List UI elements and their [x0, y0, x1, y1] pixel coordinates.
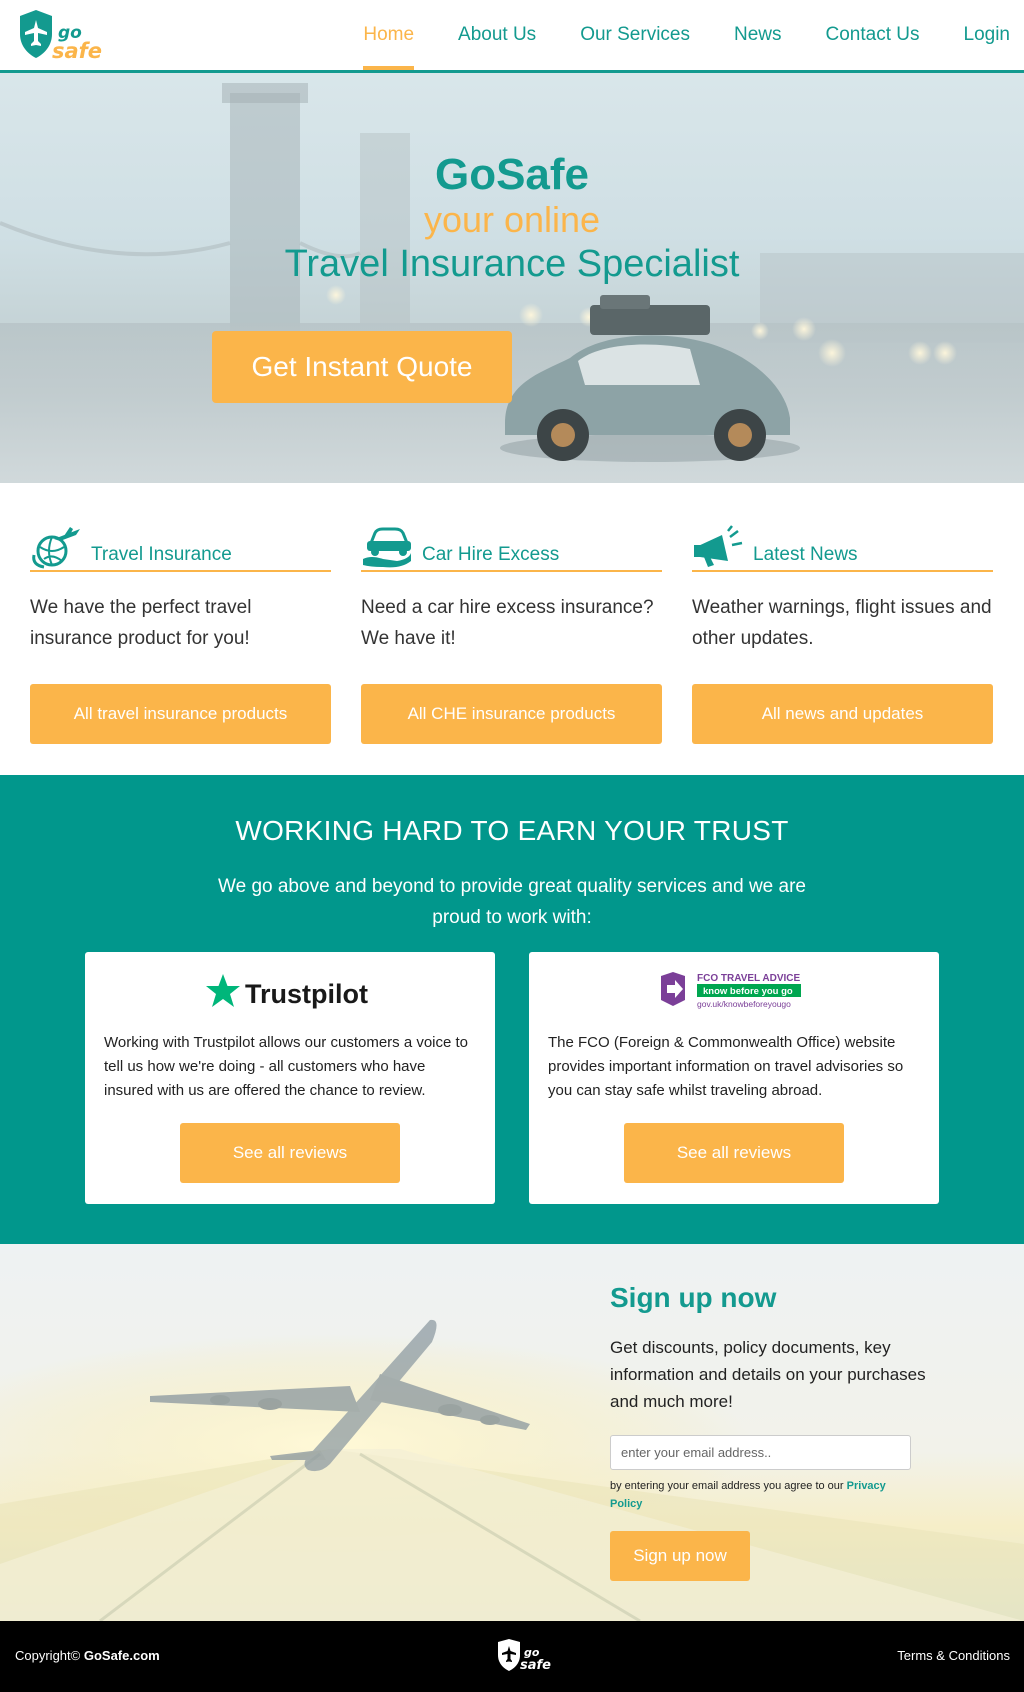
site-footer: Copyright© GoSafe.com go safe Terms & Co… — [0, 1621, 1024, 1692]
footer-logo[interactable]: go safe — [496, 1638, 560, 1674]
hero-banner: GoSafe your online Travel Insurance Spec… — [0, 73, 1024, 483]
service-car-hire-excess: Car Hire Excess Need a car hire excess i… — [361, 521, 662, 744]
privacy-note: by entering your email address you agree… — [610, 1477, 920, 1513]
get-instant-quote-button[interactable]: Get Instant Quote — [212, 331, 512, 403]
privacy-note-text: by entering your email address you agree… — [610, 1480, 844, 1492]
gosafe-logo[interactable]: go safe — [14, 8, 118, 64]
service-description: We have the perfect travel insurance pro… — [30, 597, 252, 649]
nav-contact-us[interactable]: Contact Us — [804, 0, 942, 70]
nav-our-services[interactable]: Our Services — [558, 0, 712, 70]
hero-tagline-2: Travel Insurance Specialist — [284, 243, 740, 285]
fco-logo-title: FCO TRAVEL ADVICE — [697, 973, 800, 984]
nav-login[interactable]: Login — [942, 0, 1024, 70]
services-section: Travel Insurance We have the perfect tra… — [0, 483, 1024, 775]
fco-logo[interactable]: FCO TRAVEL ADVICE know before you go gov… — [529, 972, 939, 1012]
service-title: Car Hire Excess — [422, 544, 560, 565]
terms-link[interactable]: Terms & Conditions — [897, 1648, 1010, 1663]
service-header: Latest News — [692, 521, 993, 572]
copyright: Copyright© GoSafe.com — [15, 1648, 160, 1663]
car-hand-icon — [363, 527, 411, 568]
service-header: Car Hire Excess — [361, 521, 662, 572]
service-header: Travel Insurance — [30, 521, 331, 572]
fco-logo-tag: know before you go — [703, 986, 793, 997]
service-title: Travel Insurance — [91, 544, 232, 565]
email-input[interactable] — [610, 1435, 911, 1470]
trust-heading: WORKING HARD TO EARN YOUR TRUST — [235, 815, 789, 846]
copyright-site[interactable]: GoSafe.com — [84, 1648, 160, 1663]
fco-card: FCO TRAVEL ADVICE know before you go gov… — [529, 952, 939, 1204]
nav-news[interactable]: News — [712, 0, 804, 70]
nav-about-us[interactable]: About Us — [436, 0, 558, 70]
trust-description: We go above and beyond to provide great … — [218, 876, 806, 928]
all-travel-insurance-button[interactable]: All travel insurance products — [30, 684, 331, 744]
sign-up-button[interactable]: Sign up now — [610, 1531, 750, 1581]
fco-description: The FCO (Foreign & Commonwealth Office) … — [548, 1034, 904, 1099]
service-description: Need a car hire excess insurance? We hav… — [361, 597, 654, 649]
footer-logo-safe: safe — [520, 1658, 551, 1673]
see-all-reviews-button[interactable]: See all reviews — [180, 1123, 400, 1183]
service-latest-news: Latest News Weather warnings, flight iss… — [692, 521, 993, 744]
main-nav: Home About Us Our Services News Contact … — [341, 0, 1024, 70]
all-che-insurance-button[interactable]: All CHE insurance products — [361, 684, 662, 744]
megaphone-icon — [694, 525, 743, 567]
trust-section: WORKING HARD TO EARN YOUR TRUST We go ab… — [0, 775, 1024, 1244]
nav-home[interactable]: Home — [341, 0, 436, 70]
star-icon — [206, 974, 240, 1007]
signup-heading: Sign up now — [610, 1282, 777, 1313]
hero-brand: GoSafe — [434, 150, 590, 199]
logo-text-safe: safe — [52, 39, 102, 63]
globe-plane-icon — [32, 527, 80, 569]
signup-section: Sign up now Get discounts, policy docume… — [0, 1244, 1024, 1621]
trustpilot-description: Working with Trustpilot allows our custo… — [104, 1034, 469, 1099]
copyright-label: Copyright© — [15, 1648, 81, 1663]
service-description: Weather warnings, flight issues and othe… — [692, 597, 992, 649]
trustpilot-logo-text: Trustpilot — [245, 979, 368, 1009]
trustpilot-logo[interactable]: Trustpilot — [85, 972, 495, 1012]
service-title: Latest News — [753, 544, 858, 565]
site-header: go safe Home About Us Our Services News … — [0, 0, 1024, 73]
all-news-button[interactable]: All news and updates — [692, 684, 993, 744]
trustpilot-card: Trustpilot Working with Trustpilot allow… — [85, 952, 495, 1204]
airplane-background-image — [0, 1244, 1024, 1621]
service-travel-insurance: Travel Insurance We have the perfect tra… — [30, 521, 331, 744]
fco-logo-url: gov.uk/knowbeforeyougo — [697, 999, 791, 1009]
hero-tagline-1: your online — [423, 199, 601, 240]
see-all-reviews-button-fco[interactable]: See all reviews — [624, 1123, 844, 1183]
signup-description: Get discounts, policy documents, key inf… — [610, 1338, 926, 1411]
